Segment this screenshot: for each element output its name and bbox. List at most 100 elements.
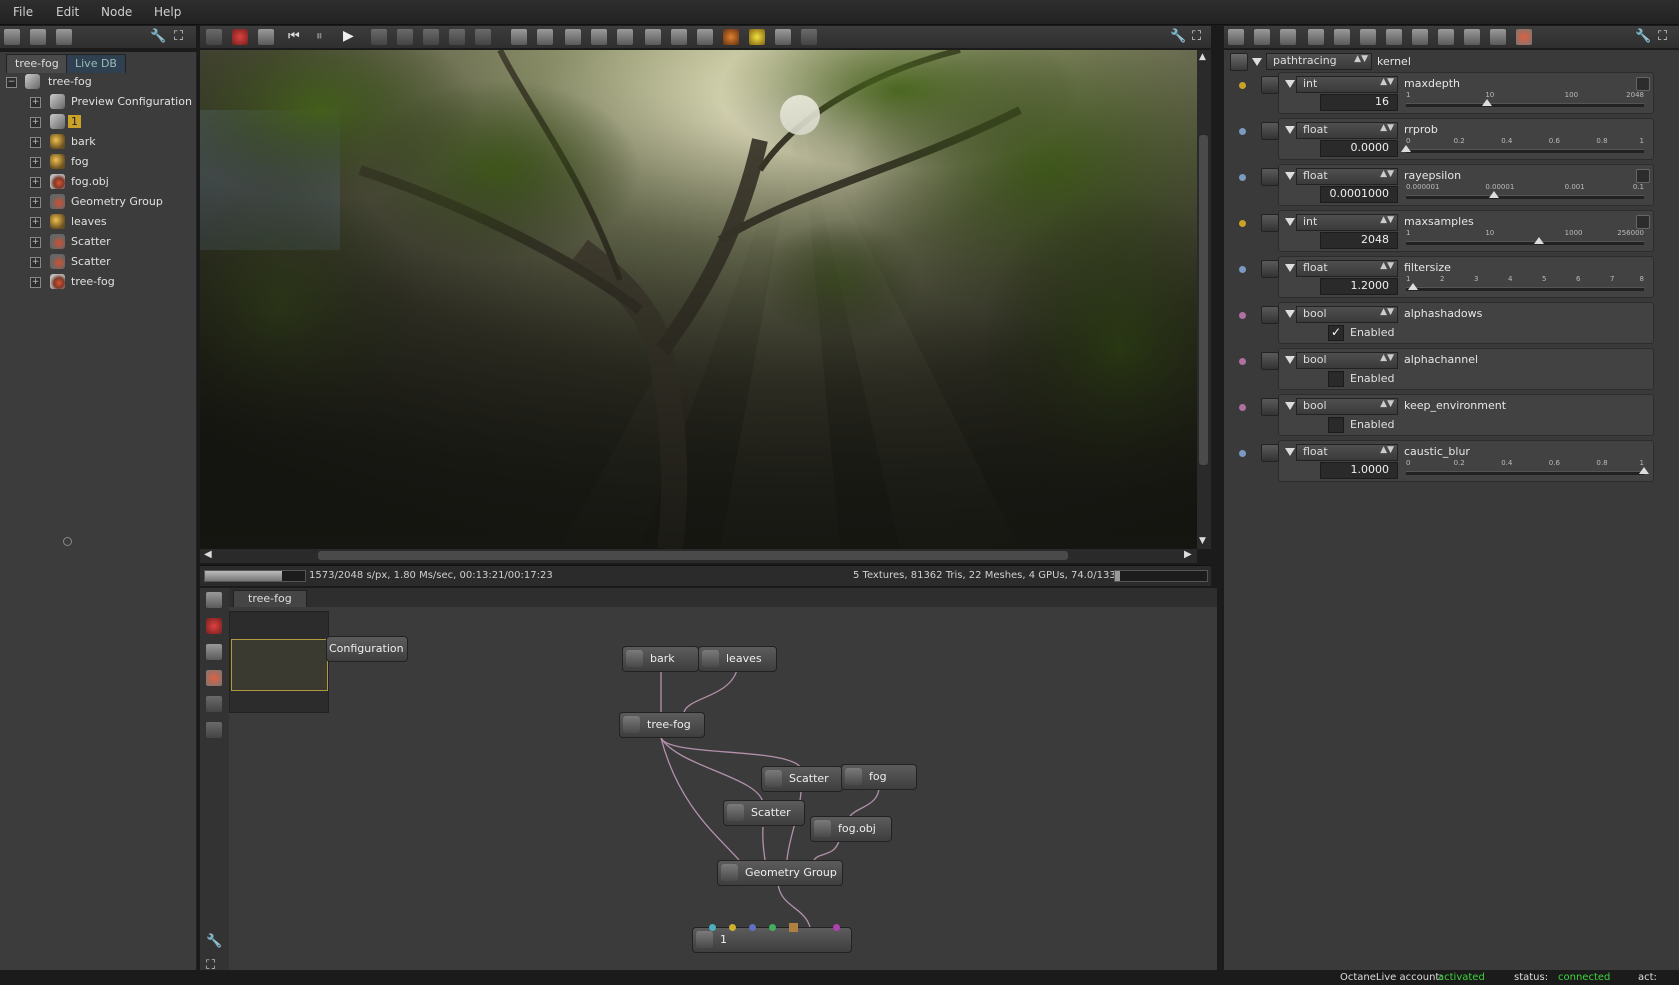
param-collapse-icon[interactable] <box>1285 218 1295 226</box>
scroll-right-icon[interactable]: ▶ <box>1184 549 1192 560</box>
node-bark[interactable]: bark <box>622 646 699 672</box>
param-curve-icon[interactable] <box>1636 169 1650 183</box>
autofocus-icon[interactable] <box>397 29 413 45</box>
import-icon[interactable] <box>697 29 713 45</box>
param-slider[interactable]: 0.000001 0.00001 0.001 0.1 <box>1406 183 1644 201</box>
pin-camera[interactable] <box>709 924 716 931</box>
slider-thumb[interactable] <box>1489 191 1500 198</box>
scroll-down-icon[interactable]: ▼ <box>1199 536 1206 546</box>
expand-icon[interactable]: + <box>30 97 41 108</box>
kernel-icon[interactable] <box>1230 53 1248 71</box>
light-icon[interactable] <box>749 29 765 45</box>
param-type-select[interactable]: float ▲▼ <box>1296 260 1398 277</box>
render-viewport[interactable] <box>200 50 1197 549</box>
param-curve-icon[interactable] <box>1636 77 1650 91</box>
tree-item[interactable]: +1 <box>0 112 196 132</box>
graph-arrange-icon[interactable] <box>206 592 222 608</box>
param-collapse-icon[interactable] <box>1285 172 1295 180</box>
param-checkbox-alphashadows[interactable]: ✓ <box>1328 325 1344 341</box>
copy-icon[interactable] <box>671 29 687 45</box>
param-slider[interactable]: 0 0.2 0.4 0.6 0.8 1 <box>1401 137 1644 155</box>
graph-wrench-icon[interactable]: 🔧 <box>206 934 222 950</box>
menu-node[interactable]: Node <box>101 5 132 19</box>
expand-icon[interactable]: + <box>30 117 41 128</box>
material-icon[interactable] <box>723 29 739 45</box>
param-slider[interactable]: 1 2 3 4 5 6 7 8 <box>1406 275 1644 293</box>
region-icon[interactable] <box>371 29 387 45</box>
param-pin-rayepsilon[interactable] <box>1239 174 1246 181</box>
menu-file[interactable]: File <box>13 5 33 19</box>
graph-render-icon[interactable] <box>206 618 222 634</box>
focus-picker-icon[interactable] <box>475 29 491 45</box>
inspector-postproc-icon[interactable] <box>1490 29 1506 45</box>
node-graph[interactable]: Configuration bark leaves tree-fog Scatt… <box>229 607 1217 970</box>
inspector-render-target-icon[interactable] <box>1308 29 1324 45</box>
param-pin-maxdepth[interactable] <box>1239 82 1246 89</box>
node-fog-obj[interactable]: fog.obj <box>810 816 892 842</box>
node-fog[interactable]: fog <box>841 764 917 790</box>
inspector-film-icon[interactable] <box>1360 29 1376 45</box>
outline-icon[interactable] <box>56 29 72 45</box>
tree-item[interactable]: + Scatter <box>0 252 196 272</box>
tree-item[interactable]: + Geometry Group <box>0 192 196 212</box>
tree-item[interactable]: + fog.obj <box>0 172 196 192</box>
param-type-icon[interactable] <box>1261 214 1279 232</box>
splitter-handle[interactable] <box>63 537 72 546</box>
param-collapse-icon[interactable] <box>1285 402 1295 410</box>
node-tree-fog[interactable]: tree-fog <box>619 712 705 738</box>
param-value-field[interactable]: 1.0000 <box>1320 462 1398 479</box>
graph-environment-icon[interactable] <box>206 722 222 738</box>
pin-imager[interactable] <box>769 924 776 931</box>
lock-view-icon[interactable] <box>511 29 527 45</box>
fullscreen-icon[interactable]: ⛶ <box>174 29 190 45</box>
param-checkbox-keep_environment[interactable] <box>1328 417 1344 433</box>
param-type-icon[interactable] <box>1261 260 1279 278</box>
pin-film[interactable] <box>833 924 840 931</box>
stop-render-icon[interactable] <box>232 29 248 45</box>
param-type-icon[interactable] <box>1261 76 1279 94</box>
pin-environment[interactable] <box>729 924 736 931</box>
slider-thumb[interactable] <box>1481 99 1492 106</box>
param-type-select[interactable]: bool ▲▼ <box>1296 398 1398 415</box>
tree-item[interactable]: + Scatter <box>0 232 196 252</box>
expand-icon[interactable]: + <box>30 217 41 228</box>
expand-icon[interactable]: + <box>30 197 41 208</box>
param-type-icon[interactable] <box>1261 168 1279 186</box>
graph-geometry-icon[interactable] <box>206 670 222 686</box>
scroll-left-icon[interactable]: ◀ <box>204 549 212 560</box>
param-pin-alphachannel[interactable] <box>1239 358 1246 365</box>
reset-icon[interactable] <box>258 29 274 45</box>
param-curve-icon[interactable] <box>1636 215 1650 229</box>
pin-kernel[interactable] <box>749 924 756 931</box>
inspector-image-icon[interactable] <box>1412 29 1428 45</box>
tree-item[interactable]: + Preview Configuration <box>0 92 196 112</box>
param-value-field[interactable]: 1.2000 <box>1320 278 1398 295</box>
lock-icon[interactable] <box>801 29 817 45</box>
scene-list-icon[interactable] <box>4 29 20 45</box>
inspector-layers-icon[interactable] <box>1254 29 1270 45</box>
expand-icon[interactable]: + <box>30 257 41 268</box>
save-image-icon[interactable] <box>206 29 222 45</box>
param-type-select[interactable]: int ▲▼ <box>1296 76 1398 93</box>
param-collapse-icon[interactable] <box>1285 126 1295 134</box>
white-balance-icon[interactable] <box>423 29 439 45</box>
viewport-hscrollbar[interactable]: ◀ ▶ <box>200 549 1197 563</box>
tab-tree-fog[interactable]: tree-fog <box>6 54 68 73</box>
param-slider[interactable]: 1 10 100 2048 <box>1406 91 1644 109</box>
param-pin-rrprob[interactable] <box>1239 128 1246 135</box>
slider-thumb[interactable] <box>1639 467 1649 474</box>
inspector-environment-icon[interactable] <box>1386 29 1402 45</box>
vscroll-thumb[interactable] <box>1199 135 1208 465</box>
layers-icon[interactable] <box>30 29 46 45</box>
viewport-wrench-icon[interactable]: 🔧 <box>1170 29 1186 45</box>
inspector-wrench-icon[interactable]: 🔧 <box>1635 29 1651 45</box>
alpha-icon[interactable] <box>565 29 581 45</box>
expand-icon[interactable]: + <box>30 177 41 188</box>
expand-icon[interactable]: + <box>30 137 41 148</box>
node-render-target[interactable]: 1 <box>692 923 852 953</box>
pin-mesh[interactable] <box>789 923 798 932</box>
param-collapse-icon[interactable] <box>1285 448 1295 456</box>
param-type-icon[interactable] <box>1261 444 1279 462</box>
param-collapse-icon[interactable] <box>1285 356 1295 364</box>
inspector-camera-icon[interactable] <box>1334 29 1350 45</box>
